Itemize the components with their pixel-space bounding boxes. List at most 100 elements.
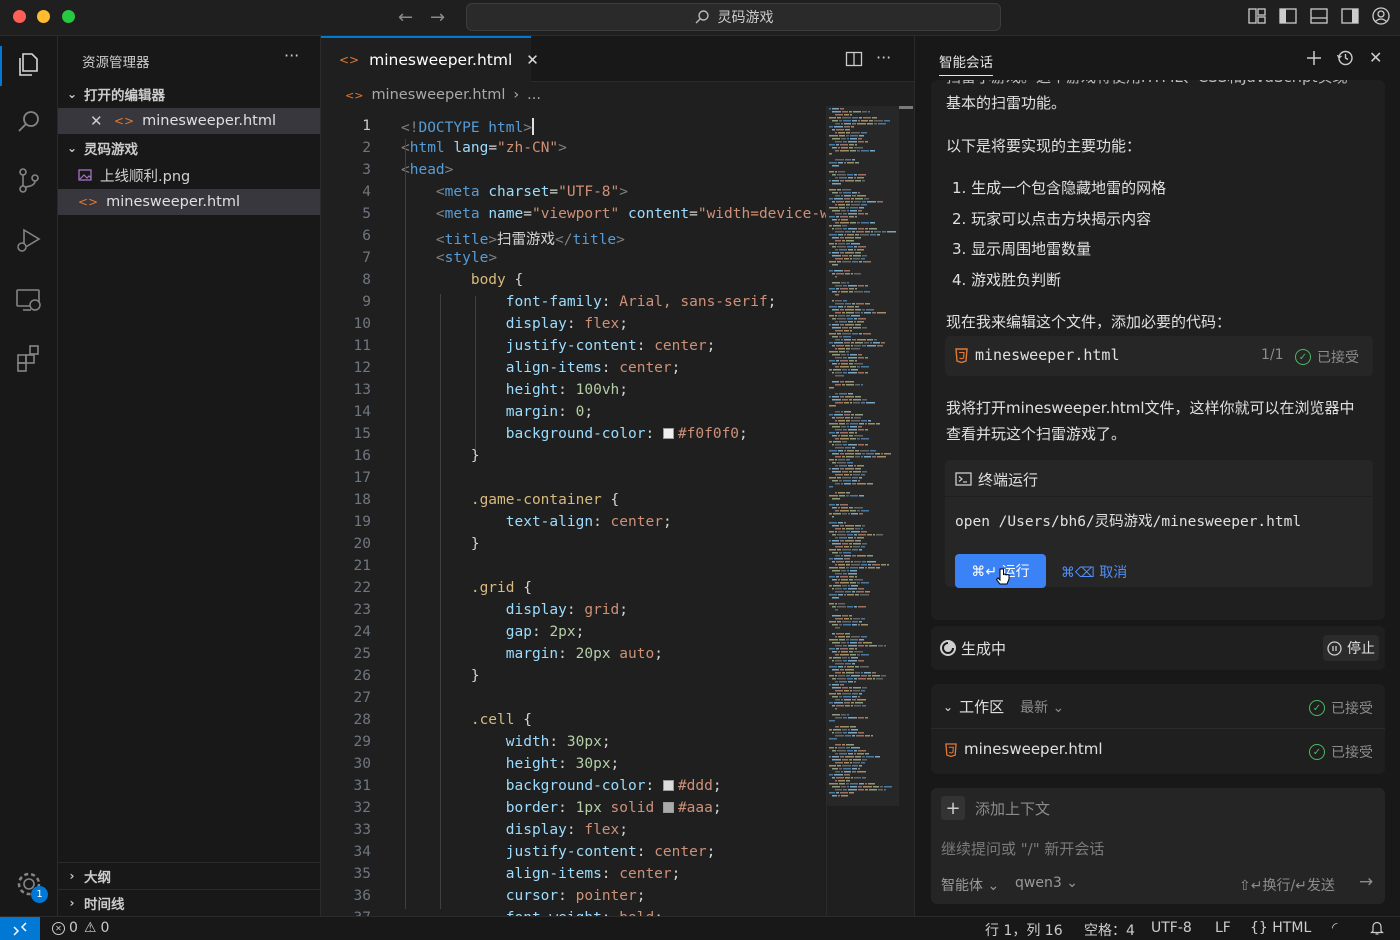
new-chat-icon[interactable] bbox=[1305, 49, 1323, 67]
chat-input-field[interactable]: 继续提问或 "/" 新开会话 bbox=[941, 838, 1104, 859]
minimap-line bbox=[848, 393, 853, 395]
open-editor-item[interactable]: ✕ <> minesweeper.html bbox=[58, 108, 320, 134]
minimap-line bbox=[844, 126, 850, 128]
minimap-line bbox=[873, 342, 880, 344]
minimap-line bbox=[832, 642, 840, 644]
minimap-line bbox=[832, 540, 839, 542]
minimap-line bbox=[837, 189, 841, 191]
minimap-line bbox=[832, 291, 837, 293]
file-edit-card[interactable]: minesweeper.html 1/1 ✓ 已接受 bbox=[945, 336, 1373, 376]
minimap-line bbox=[845, 201, 850, 203]
send-arrow-icon[interactable]: → bbox=[1359, 872, 1373, 892]
file-item-png[interactable]: 上线顺利.png bbox=[58, 162, 320, 188]
command-center-search[interactable]: 灵码游戏 bbox=[466, 3, 1001, 31]
stop-button[interactable]: 停止 bbox=[1323, 635, 1379, 661]
open-editors-section[interactable]: ⌄ 打开的编辑器 bbox=[58, 81, 320, 107]
forward-arrow-icon[interactable]: → bbox=[430, 7, 445, 28]
indentation[interactable]: 空格：4 bbox=[1084, 920, 1135, 940]
minimap-line bbox=[850, 639, 858, 641]
source-control-icon[interactable] bbox=[13, 164, 45, 196]
minimap-line bbox=[836, 705, 844, 707]
minimap-line bbox=[838, 675, 845, 677]
minimap-line bbox=[833, 657, 841, 659]
minimap-line bbox=[859, 333, 862, 335]
tab-minesweeper-html[interactable]: <> minesweeper.html ✕ bbox=[321, 36, 539, 82]
minimap-line bbox=[832, 327, 841, 329]
minimap[interactable] bbox=[826, 106, 914, 916]
remote-indicator[interactable] bbox=[0, 917, 40, 940]
explorer-icon[interactable] bbox=[13, 48, 45, 80]
minimap-line bbox=[829, 351, 838, 353]
extensions-icon[interactable] bbox=[13, 342, 45, 374]
close-tab-icon[interactable]: ✕ bbox=[526, 51, 539, 69]
notifications-bell-icon[interactable] bbox=[1370, 920, 1384, 939]
minimap-line bbox=[850, 258, 852, 260]
minimap-line bbox=[862, 201, 866, 203]
history-icon[interactable] bbox=[1336, 49, 1354, 67]
sync-icon[interactable]: ◜ bbox=[1332, 920, 1337, 936]
breadcrumb-more[interactable]: ... bbox=[527, 87, 541, 103]
more-actions-icon[interactable]: ··· bbox=[284, 46, 299, 65]
minimap-line bbox=[838, 579, 840, 581]
split-editor-icon[interactable] bbox=[845, 50, 863, 68]
minimap-line bbox=[861, 690, 865, 692]
minimap-line bbox=[852, 621, 858, 623]
workspace-file[interactable]: minesweeper.html bbox=[964, 740, 1103, 758]
add-context-button[interactable]: + 添加上下文 bbox=[941, 796, 1050, 820]
color-swatch[interactable] bbox=[662, 802, 674, 813]
problems-indicator[interactable]: ✕ 0 ⚠ 0 bbox=[52, 920, 109, 936]
language-mode[interactable]: {} HTML bbox=[1250, 920, 1311, 936]
toggle-secondary-sidebar-icon[interactable] bbox=[1340, 6, 1360, 26]
file-item-html[interactable]: <> minesweeper.html bbox=[58, 189, 320, 215]
toggle-primary-sidebar-icon[interactable] bbox=[1278, 6, 1298, 26]
maximize-window-button[interactable] bbox=[62, 10, 75, 23]
timeline-section[interactable]: › 时间线 bbox=[58, 889, 320, 915]
outline-section[interactable]: › 大纲 bbox=[58, 862, 320, 888]
cursor-position[interactable]: 行 1，列 16 bbox=[985, 920, 1063, 940]
agent-mode-select[interactable]: 智能体 ⌄ bbox=[941, 875, 999, 895]
minimap-line bbox=[858, 444, 864, 446]
minimap-line bbox=[850, 366, 856, 368]
account-icon[interactable] bbox=[1371, 6, 1391, 26]
minimap-line bbox=[858, 717, 864, 719]
remote-explorer-icon[interactable] bbox=[13, 284, 45, 316]
layout-customize-icon[interactable] bbox=[1247, 6, 1267, 26]
close-panel-icon[interactable]: ✕ bbox=[1369, 48, 1382, 67]
minimap-line bbox=[847, 210, 849, 212]
back-arrow-icon[interactable]: ← bbox=[398, 7, 413, 28]
minimize-window-button[interactable] bbox=[37, 10, 50, 23]
close-window-button[interactable] bbox=[13, 10, 26, 23]
toggle-panel-icon[interactable] bbox=[1309, 6, 1329, 26]
color-swatch[interactable] bbox=[662, 428, 674, 439]
more-actions-icon[interactable]: ··· bbox=[876, 48, 891, 67]
minimap-line bbox=[832, 579, 837, 581]
minimap-line bbox=[851, 513, 858, 515]
run-and-debug-icon[interactable] bbox=[13, 224, 45, 256]
search-icon[interactable] bbox=[13, 106, 45, 138]
encoding[interactable]: UTF-8 bbox=[1151, 920, 1192, 936]
folder-section[interactable]: ⌄ 灵码游戏 bbox=[58, 135, 320, 161]
settings-gear-icon[interactable]: 1 bbox=[13, 868, 48, 903]
minimap-line bbox=[842, 240, 845, 242]
cancel-command-button[interactable]: ⌘⌫ 取消 bbox=[1061, 562, 1127, 582]
minimap-line bbox=[832, 669, 839, 671]
minimap-line bbox=[859, 513, 863, 515]
minimap-line bbox=[855, 666, 859, 668]
minimap-line bbox=[841, 147, 848, 149]
scrollbar-thumb[interactable] bbox=[899, 106, 913, 109]
breadcrumb-file[interactable]: minesweeper.html bbox=[371, 87, 505, 103]
minimap-line bbox=[847, 174, 853, 176]
model-select[interactable]: qwen3 ⌄ bbox=[1015, 875, 1078, 891]
color-swatch[interactable] bbox=[662, 780, 674, 791]
close-icon[interactable]: ✕ bbox=[90, 112, 104, 130]
end-of-line[interactable]: LF bbox=[1215, 920, 1231, 936]
workspace-filter[interactable]: 最新 ⌄ bbox=[1020, 697, 1064, 717]
minimap-line bbox=[842, 765, 851, 767]
terminal-card: 终端运行 open /Users/bh6/灵码游戏/minesweeper.ht… bbox=[945, 460, 1373, 588]
minimap-line bbox=[835, 735, 844, 737]
code-editor[interactable]: 1 <!DOCTYPE html> 2 <html lang="zh-CN"> 3 <he… bbox=[321, 109, 826, 916]
chat-title[interactable]: 智能会话 bbox=[939, 51, 993, 76]
workspace-header[interactable]: ⌄ 工作区 最新 ⌄ bbox=[943, 696, 1064, 717]
minimap-line bbox=[841, 426, 846, 428]
minimap-line bbox=[835, 753, 838, 755]
